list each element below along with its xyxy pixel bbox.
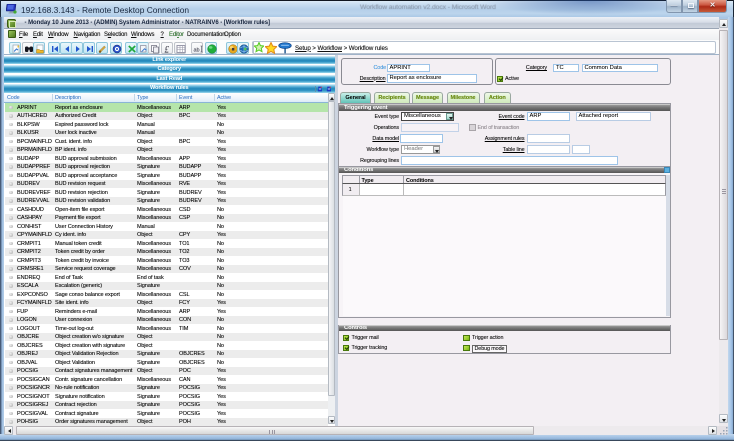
svg-text:£: £ <box>164 45 169 55</box>
svg-text:ab: ab <box>193 48 199 54</box>
